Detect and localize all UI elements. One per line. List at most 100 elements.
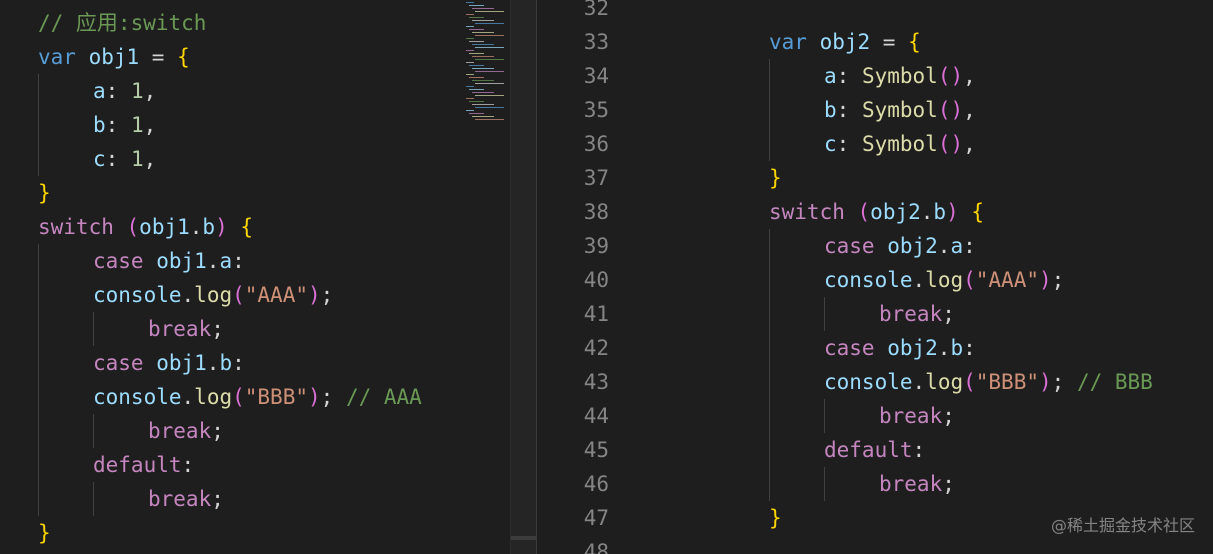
line-number: 33 (583, 30, 609, 54)
code-token: . (937, 336, 951, 360)
code-token: "AAA" (244, 283, 308, 307)
code-token: ) (1038, 370, 1052, 394)
minimap-line (469, 5, 484, 6)
code-token: case (824, 234, 888, 258)
code-token: obj1 (139, 215, 190, 239)
code-token: : (181, 453, 195, 477)
code-line[interactable]: console.log("BBB"); // AAA (0, 380, 458, 414)
code-line[interactable]: } (0, 516, 458, 550)
code-line[interactable]: // 应用:switch (0, 6, 458, 40)
code-line[interactable]: a: 1, (0, 74, 458, 108)
minimap-line (472, 32, 494, 33)
code-line[interactable] (658, 535, 1213, 554)
code-token: } (769, 506, 782, 530)
indent-guide (769, 331, 770, 365)
code-token: b (93, 113, 106, 137)
minimap-line (472, 80, 494, 81)
indent-guide (38, 448, 39, 482)
code-token: ; (320, 385, 346, 409)
code-line[interactable]: b: Symbol(), (658, 93, 1213, 127)
code-token: . (920, 200, 934, 224)
code-line[interactable]: case obj2.a: (658, 229, 1213, 263)
code-token: . (206, 249, 220, 273)
code-token: } (38, 181, 51, 205)
code-line[interactable]: console.log("AAA"); (0, 278, 458, 312)
indent-guide (38, 278, 39, 312)
code-token: ( (126, 215, 140, 239)
minimap-line (466, 38, 474, 39)
code-line[interactable]: break; (658, 297, 1213, 331)
code-token: log (194, 385, 233, 409)
indent-guide (769, 59, 770, 93)
minimap-line (469, 65, 484, 66)
code-token: { (240, 215, 254, 239)
minimap-line (472, 20, 494, 21)
code-line[interactable]: break; (0, 312, 458, 346)
left-editor-pane[interactable]: // 应用:switch var obj1 = {a: 1, b: 1, c: 1,}… (0, 0, 458, 554)
code-line[interactable]: c: Symbol(), (658, 127, 1213, 161)
indent-guide (769, 433, 770, 467)
code-token: : (105, 79, 131, 103)
code-line[interactable]: c: 1, (0, 142, 458, 176)
code-line[interactable]: case obj1.b: (0, 346, 458, 380)
line-number: 32 (583, 0, 609, 20)
scrollbar-thumb[interactable] (511, 536, 537, 540)
code-token: ) (307, 283, 321, 307)
indent-guide (769, 399, 770, 433)
code-token: . (181, 385, 195, 409)
code-line[interactable]: var obj2 = { (658, 25, 1213, 59)
code-token: . (912, 268, 926, 292)
minimap-line (472, 92, 494, 93)
code-token: default (93, 453, 182, 477)
line-number: 35 (583, 98, 609, 122)
code-line[interactable]: break; (0, 414, 458, 448)
code-line[interactable]: case obj1.a: (0, 244, 458, 278)
code-token: console (93, 283, 182, 307)
code-line[interactable]: b: 1, (0, 108, 458, 142)
code-token: ) (946, 200, 959, 224)
code-line[interactable]: switch (obj1.b) { (0, 210, 458, 244)
code-line[interactable]: } (658, 161, 1213, 195)
minimap[interactable] (458, 0, 510, 554)
code-token: c (824, 132, 837, 156)
code-line[interactable]: break; (658, 399, 1213, 433)
code-line[interactable]: console.log("AAA"); (658, 263, 1213, 297)
code-token: Symbol (861, 98, 938, 122)
code-line[interactable]: } (0, 176, 458, 210)
code-line[interactable]: default: (658, 433, 1213, 467)
code-line[interactable]: break; (658, 467, 1213, 501)
minimap-line (475, 23, 504, 24)
code-token: break (148, 419, 212, 443)
right-editor-pane[interactable]: var obj2 = {a: Symbol(), b: Symbol(), c: S… (658, 0, 1213, 554)
code-token: break (879, 404, 943, 428)
code-line[interactable]: default: (0, 448, 458, 482)
minimap-line (466, 2, 474, 3)
code-token: ( (963, 370, 976, 394)
code-line[interactable]: break; (0, 482, 458, 516)
code-token: case (93, 249, 157, 273)
code-line[interactable]: case obj2.b: (658, 331, 1213, 365)
minimap-line (466, 14, 474, 15)
code-token: a (219, 249, 233, 273)
code-line[interactable]: a: Symbol(), (658, 59, 1213, 93)
code-line[interactable]: console.log("BBB"); // BBB (658, 365, 1213, 399)
code-token: case (93, 351, 157, 375)
indent-guide (93, 414, 94, 448)
code-token: . (937, 234, 951, 258)
code-token: , (963, 98, 976, 122)
code-token: break (148, 317, 212, 341)
indent-guide (38, 244, 39, 278)
indent-guide (824, 467, 825, 501)
code-line[interactable]: var obj1 = { (0, 40, 458, 74)
indent-guide (38, 108, 39, 142)
code-token: , (143, 113, 157, 137)
line-number: 34 (583, 64, 609, 88)
code-token: a (93, 79, 106, 103)
code-token: console (824, 268, 913, 292)
indent-guide (93, 312, 94, 346)
scrollbar-track[interactable] (510, 0, 537, 554)
code-token: obj2 (887, 336, 938, 360)
code-line[interactable] (658, 0, 1213, 25)
code-line[interactable]: switch (obj2.b) { (658, 195, 1213, 229)
